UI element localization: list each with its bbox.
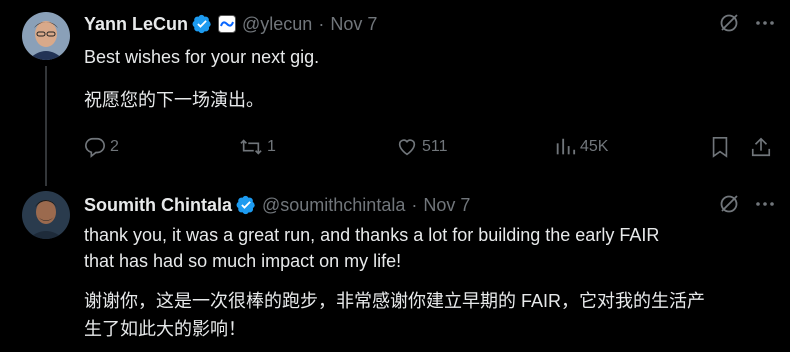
avatar-soumith-chintala[interactable] (22, 191, 70, 239)
heart-icon (398, 139, 416, 156)
tweet-date[interactable]: Nov 7 (330, 14, 377, 35)
tweet-actions: 2 1 511 45K (84, 136, 774, 160)
meta-affiliation-icon[interactable] (218, 15, 237, 33)
author-name[interactable]: Yann LeCun (84, 14, 188, 35)
tweet-date[interactable]: Nov 7 (423, 195, 470, 216)
repost-icon (240, 139, 262, 155)
separator-dot: · (411, 194, 418, 215)
tweet-text-line: 生了如此大的影响！ (84, 319, 246, 339)
author-handle[interactable]: @ylecun (242, 14, 312, 35)
more-options-icon[interactable] (754, 12, 776, 34)
tweet-text-line: thank you, it was a great run, and thank… (84, 225, 660, 245)
tweet-header: Soumith Chintala @soumithchintala · Nov … (84, 193, 470, 217)
repost-button[interactable]: 1 (239, 136, 276, 158)
author-handle[interactable]: @soumithchintala (262, 195, 405, 216)
avatar-yann-lecun[interactable] (22, 12, 70, 60)
reply-icon (85, 137, 105, 158)
tweet-text-line: Best wishes for your next gig. (84, 47, 320, 67)
views-count: 45K (580, 138, 609, 155)
like-count: 511 (422, 138, 448, 155)
bookmark-button[interactable] (710, 136, 730, 158)
tweet-text-line: 谢谢你，这是一次很棒的跑步，非常感谢你建立早期的 FAIR，它对我的生活产 (84, 291, 706, 311)
author-name[interactable]: Soumith Chintala (84, 195, 232, 216)
share-button[interactable] (750, 136, 772, 158)
tweet-top-icons (718, 12, 776, 34)
reply-button[interactable]: 2 (84, 136, 119, 158)
separator-dot: · (318, 13, 325, 34)
tweet-2[interactable]: Soumith Chintala @soumithchintala · Nov … (0, 185, 790, 352)
verified-badge-icon (192, 14, 211, 34)
tweet-header: Yann LeCun @ylecun · Nov 7 (84, 12, 377, 36)
like-button[interactable]: 511 (396, 136, 448, 158)
more-options-icon[interactable] (754, 193, 776, 215)
views-chart-icon (556, 138, 576, 155)
tweet-text-line: that has had so much impact on my life! (84, 251, 402, 271)
reply-count: 2 (110, 138, 119, 155)
thread-connector (45, 66, 47, 186)
tweet-top-icons (718, 193, 776, 215)
repost-count: 1 (267, 138, 276, 155)
views-button[interactable]: 45K (554, 136, 608, 158)
grok-icon[interactable] (718, 12, 740, 34)
grok-icon[interactable] (718, 193, 740, 215)
verified-badge-icon (236, 195, 255, 215)
tweet-text-line: 祝愿您的下一场演出。 (84, 90, 264, 110)
tweet-1[interactable]: Yann LeCun @ylecun · Nov 7 Best wishes f… (0, 0, 790, 186)
share-icon (751, 137, 771, 157)
bookmark-icon (712, 137, 728, 158)
